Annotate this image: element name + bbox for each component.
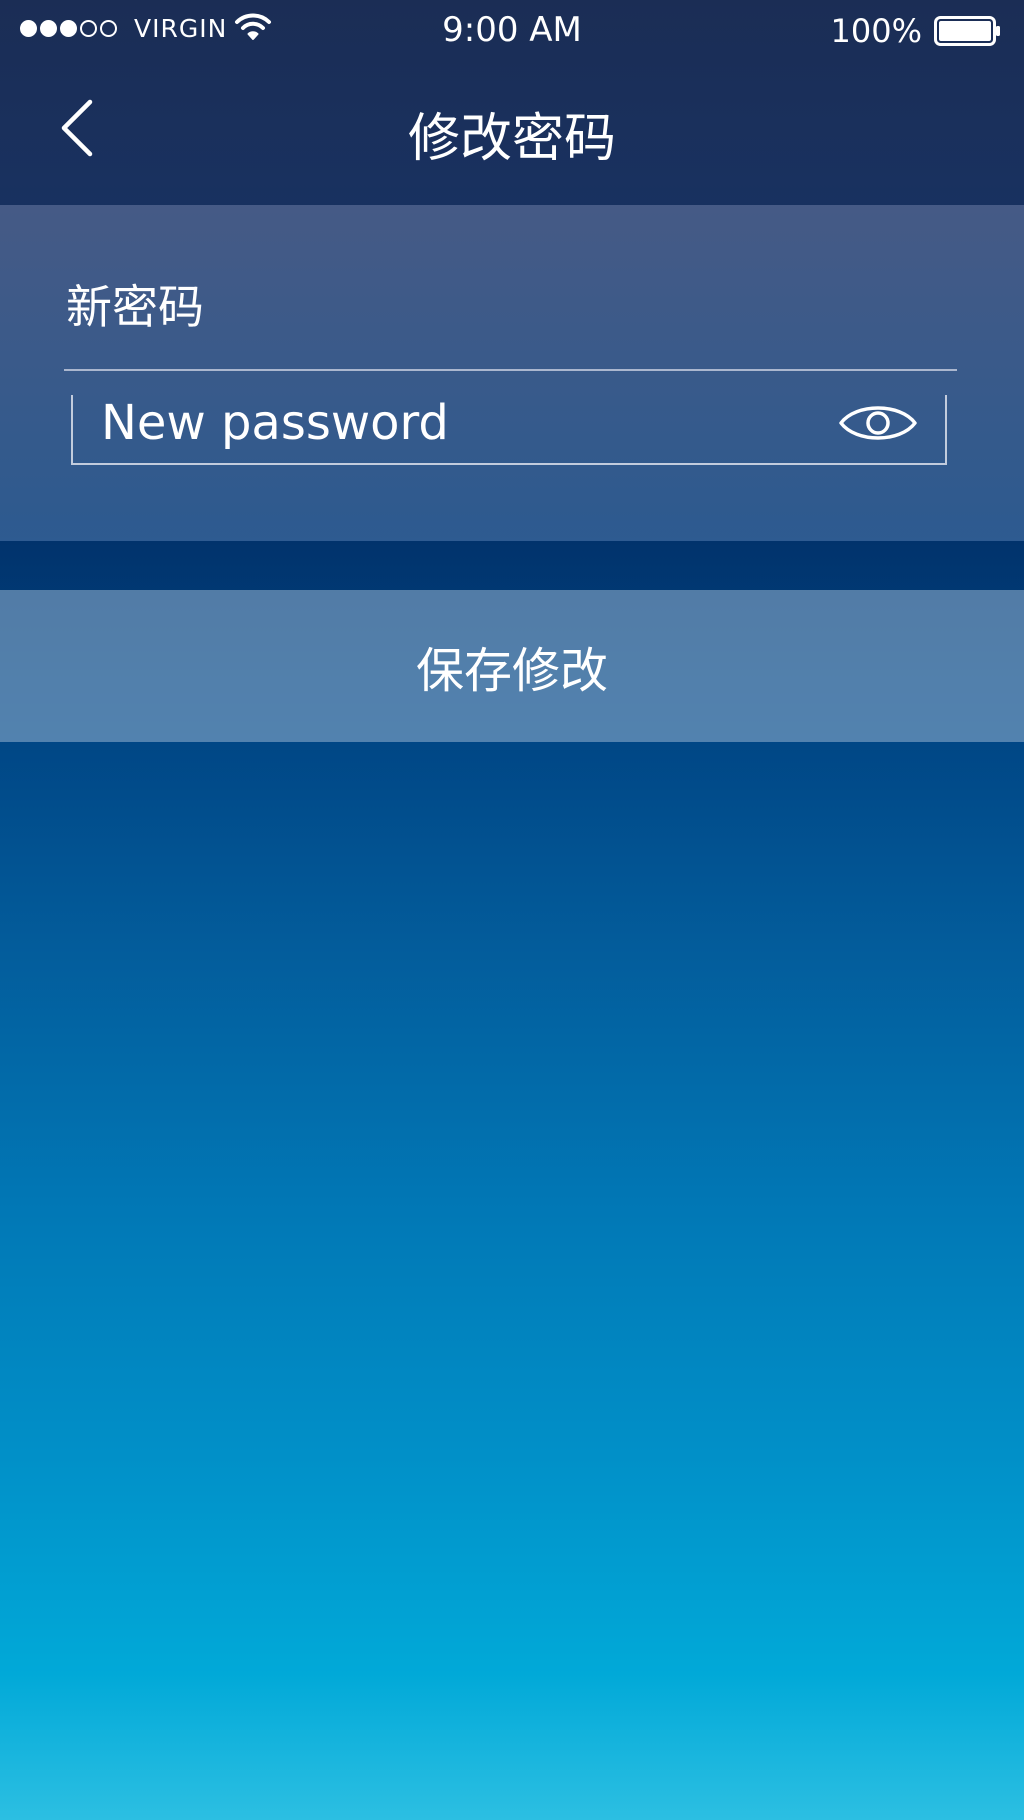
password-form-panel: 新密码	[0, 205, 1024, 541]
password-field	[71, 395, 947, 465]
status-bar: VIRGIN 9:00 AM 100%	[0, 0, 1024, 62]
save-changes-button[interactable]: 保存修改	[0, 590, 1024, 742]
battery-icon	[934, 16, 1000, 46]
battery-percent: 100%	[830, 12, 922, 50]
nav-bar: 修改密码	[0, 62, 1024, 205]
new-password-label: 新密码	[66, 280, 204, 334]
new-password-input[interactable]	[101, 395, 821, 451]
toggle-visibility-button[interactable]	[837, 395, 919, 451]
eye-icon	[839, 406, 917, 440]
page-title: 修改密码	[407, 109, 616, 169]
divider	[64, 369, 957, 371]
